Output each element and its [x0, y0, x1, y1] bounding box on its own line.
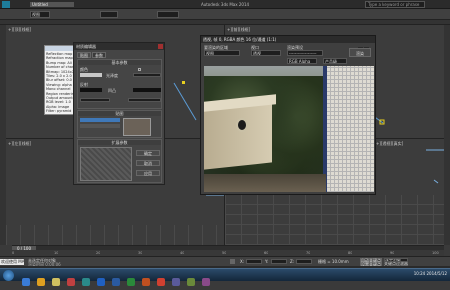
label-bump: 凹凸 [108, 88, 116, 93]
x-label: X: [240, 259, 245, 264]
perspective-grid [225, 195, 444, 245]
render-button[interactable]: 渲染 [349, 48, 371, 57]
taskbar-app3-icon[interactable] [202, 278, 210, 286]
label-color: 颜色 [80, 67, 88, 72]
lock-icon[interactable] [230, 259, 235, 264]
color-swatch[interactable] [80, 73, 102, 77]
taskbar-ie-icon[interactable] [37, 278, 45, 286]
checkbox-1[interactable] [138, 68, 141, 71]
gloss-field[interactable] [133, 73, 161, 77]
render-window-hole [236, 118, 248, 132]
file-tab[interactable]: Untitled [30, 2, 74, 7]
maxscript-listener[interactable]: 欢迎使用 MAXSc [0, 259, 24, 265]
label-gloss: 光泽度 [106, 73, 118, 78]
taskbar-excel-icon[interactable] [127, 278, 135, 286]
selection-filter[interactable]: 视图 [30, 11, 50, 18]
z-field[interactable] [296, 259, 312, 264]
window-title: Autodesk 3ds Max 2014 [200, 2, 250, 7]
section-maps-header[interactable]: 贴图 [78, 111, 161, 116]
status-bar: 欢迎使用 MAXSc 未选定任何对象 渲染时间 0:00:06 X: Y: Z:… [0, 256, 450, 274]
production-dropdown[interactable]: 产品级 [323, 58, 347, 64]
taskbar-3dsmax-icon[interactable] [82, 278, 90, 286]
map-slot-1[interactable] [80, 118, 120, 122]
render-fence [326, 66, 374, 192]
map-preview[interactable] [123, 118, 151, 136]
taskbar-folder-icon[interactable] [52, 278, 60, 286]
sample-sphere[interactable] [80, 147, 132, 181]
y-field[interactable] [271, 259, 287, 264]
tab-params[interactable]: 参数 [92, 52, 106, 58]
left-strip [0, 25, 6, 245]
taskbar: 10:24 2014/5/12 [0, 268, 450, 286]
extended-section: 扩展参数 确定 取消 应用 [77, 139, 162, 183]
x-field[interactable] [246, 259, 262, 264]
taskbar-icons [22, 271, 217, 286]
rendered-image [204, 66, 374, 192]
taskbar-app1-icon[interactable] [172, 278, 180, 286]
cancel-button[interactable]: 取消 [136, 160, 160, 166]
system-tray-clock[interactable]: 10:24 2014/5/12 [405, 271, 447, 276]
coord-dropdown[interactable] [100, 11, 118, 18]
tab-maps[interactable]: 贴图 [77, 52, 91, 58]
app-logo-icon[interactable] [2, 1, 10, 8]
render-window: 透视, 帧 0, RGBA 颜色 16 位/通道 (1:1) 要渲染的区域 视图… [200, 35, 376, 195]
grid-text: 栅格 = 10.0mm [318, 259, 349, 264]
window-controls [430, 1, 450, 16]
apply-button[interactable]: 应用 [136, 170, 160, 176]
refl-swatch[interactable] [80, 88, 102, 92]
command-panel-strip [444, 25, 450, 245]
taskbar-chrome-icon[interactable] [157, 278, 165, 286]
named-selection-input[interactable] [157, 11, 179, 18]
material-editor-close-icon[interactable] [158, 44, 163, 49]
preset-dropdown[interactable]: ------------------- [287, 50, 323, 56]
basic-params-section: 基本参数 颜色 光泽度 反射 凹凸 [77, 59, 162, 109]
start-button[interactable] [3, 270, 14, 281]
material-editor-title[interactable]: 材质编辑器 [74, 43, 164, 50]
area-dropdown[interactable]: 视图 [204, 50, 240, 56]
label-refl: 反射 [80, 82, 88, 87]
render-wall [204, 102, 272, 170]
main-toolbar: 视图 [0, 9, 450, 27]
taskbar-ppt-icon[interactable] [142, 278, 150, 286]
section-basic-header[interactable]: 基本参数 [78, 60, 161, 65]
left-grid [6, 225, 224, 245]
taskbar-word-icon[interactable] [112, 278, 120, 286]
material-editor-dialog: 材质编辑器 贴图 参数 基本参数 颜色 光泽度 反射 凹凸 贴图 扩展参数 确定… [73, 42, 165, 185]
amount-field[interactable] [80, 98, 110, 102]
z-label: Z: [290, 259, 295, 264]
taskbar-ps-icon[interactable] [97, 278, 105, 286]
taskbar-media-icon[interactable] [67, 278, 75, 286]
render-ground [204, 174, 326, 192]
ok-button[interactable]: 确定 [136, 150, 160, 156]
bump-swatch[interactable] [133, 88, 161, 92]
map-slot-2[interactable] [80, 124, 120, 128]
ior-field[interactable] [128, 98, 161, 102]
search-input[interactable]: Type a keyword or phrase [365, 1, 425, 8]
taskbar-start-icon[interactable] [22, 278, 30, 286]
viewport-dropdown[interactable]: 透视 [251, 50, 281, 56]
render-window-title[interactable]: 透视, 帧 0, RGBA 颜色 16 位/通道 (1:1) [201, 36, 375, 43]
taskbar-app2-icon[interactable] [187, 278, 195, 286]
y-label: Y: [265, 259, 269, 264]
title-bar: Untitled Autodesk 3ds Max 2014 Type a ke… [0, 0, 450, 16]
section-extended-header[interactable]: 扩展参数 [78, 140, 161, 145]
maps-section: 贴图 [77, 110, 162, 138]
channel-dropdown[interactable]: RGB Alpha [287, 58, 317, 64]
